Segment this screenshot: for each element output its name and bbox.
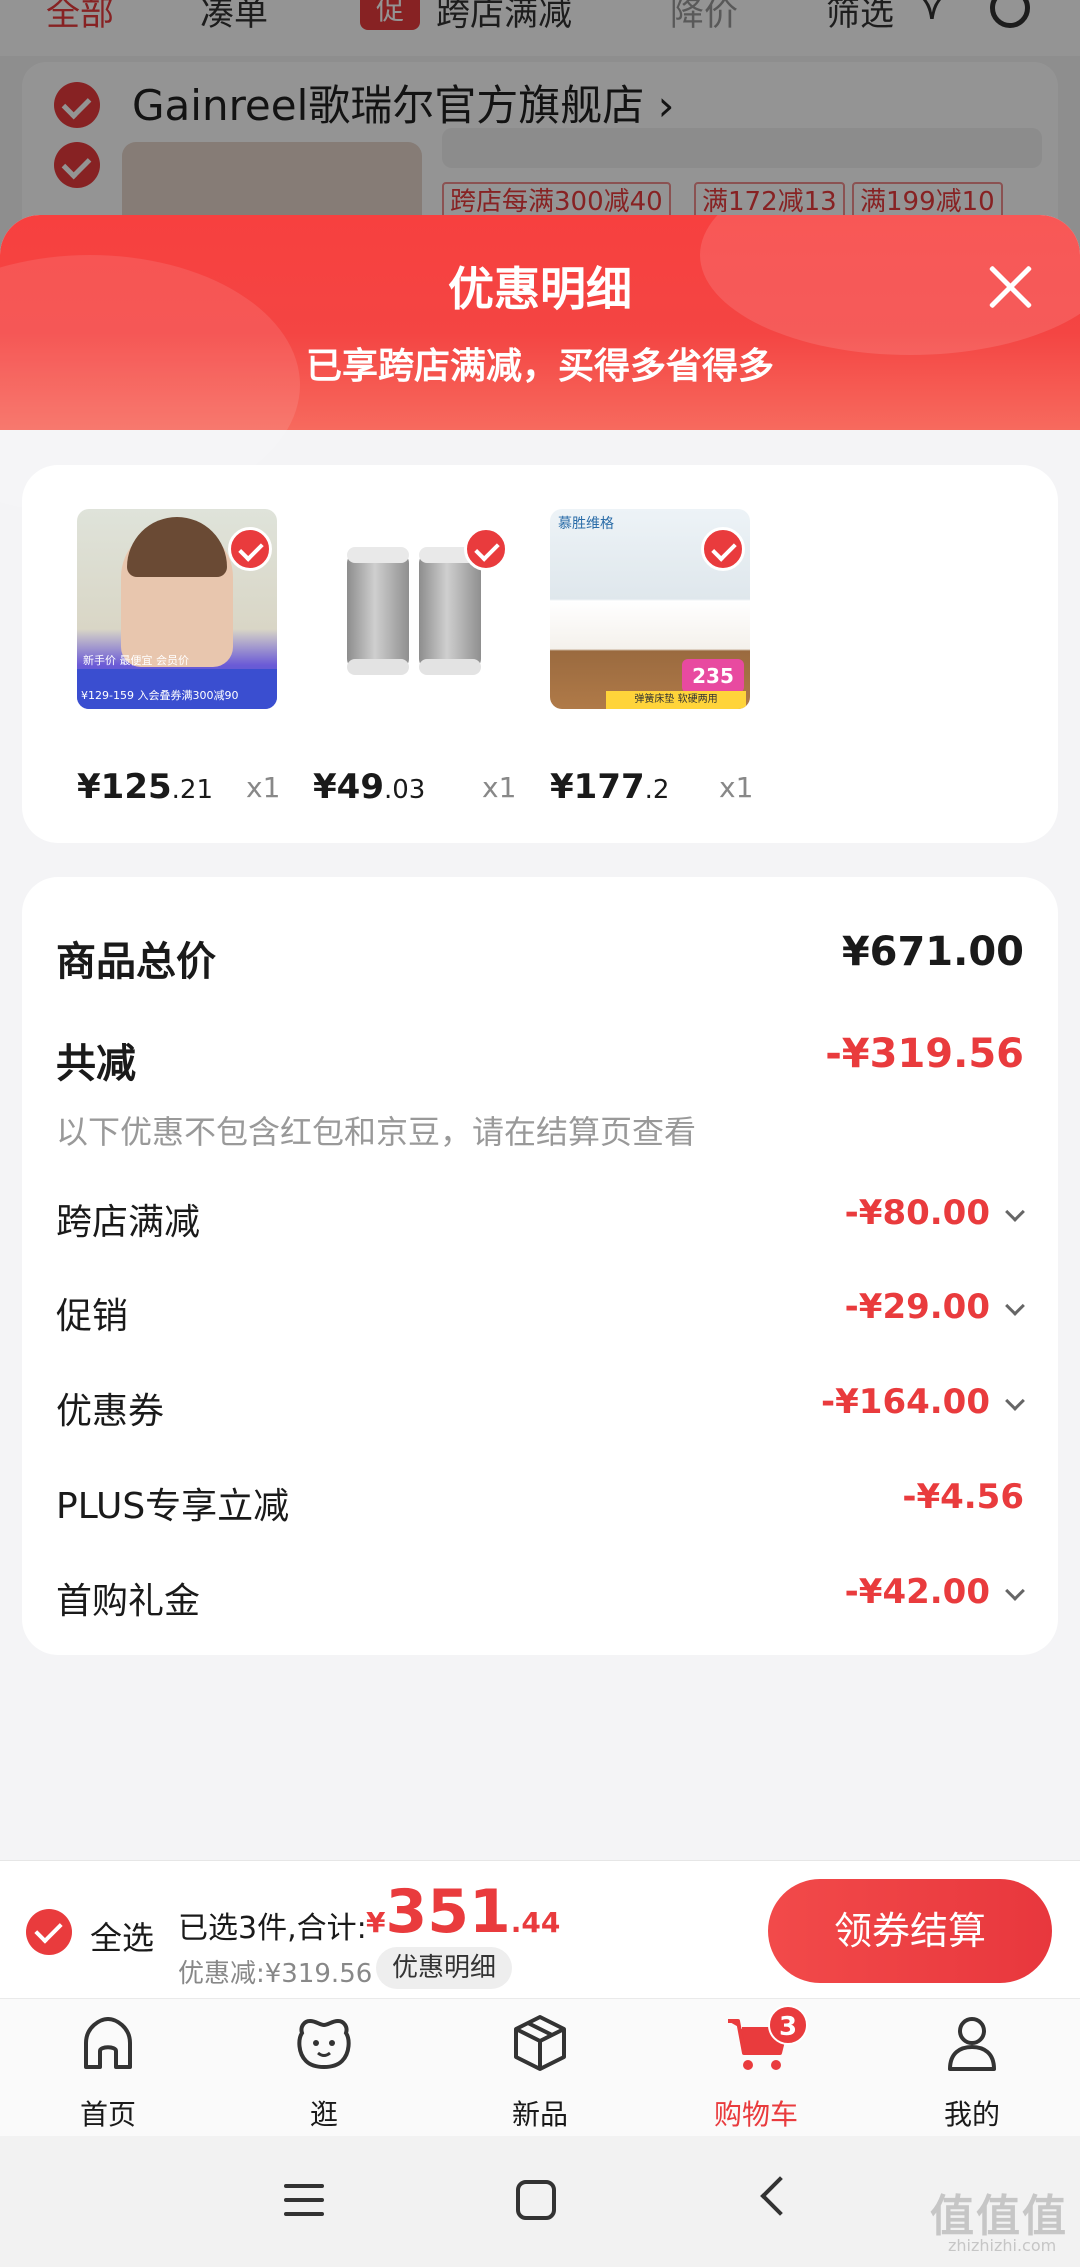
watermark-logo: 值值值 — [930, 2191, 1068, 2242]
close-icon[interactable] — [980, 257, 1040, 317]
system-navigation-bar — [0, 2136, 1080, 2267]
select-all-checkbox[interactable] — [26, 1909, 72, 1955]
tab-new-products[interactable]: 新品 — [432, 1999, 648, 2137]
total-reduction-row: 共减 -¥319.56 — [56, 1031, 1024, 1087]
discount-label: 优惠券 — [56, 1391, 165, 1432]
tab-label: 购物车 — [713, 2098, 798, 2131]
discount-value: -¥80.00 — [844, 1193, 990, 1233]
discount-amount: 优惠减:¥319.56 — [178, 1959, 373, 1989]
new-products-icon — [514, 2015, 566, 2071]
product-item[interactable]: ¥49.03 x1 — [258, 509, 516, 809]
discount-label: 首购礼金 — [56, 1581, 201, 1622]
total-price-value: ¥671.00 — [841, 929, 1024, 975]
discount-row-plus: PLUS专享立减 -¥4.56 — [56, 1477, 1024, 1527]
checkout-bar: 全选 已选3件,合计: ¥351.44 优惠减:¥319.56 优惠明细 领券结… — [0, 1860, 1080, 1998]
cart-count-badge: 3 — [768, 2005, 808, 2045]
discount-row-first-purchase[interactable]: 首购礼金 -¥42.00 — [56, 1572, 1025, 1622]
sheet-header: 优惠明细 已享跨店满减，买得多省得多 — [0, 215, 1080, 515]
total-price-row: 商品总价 ¥671.00 — [56, 929, 1024, 985]
discount-detail-sheet: 优惠明细 已享跨店满减，买得多省得多 新手价 最便宜 会员价 ¥129-159 … — [0, 215, 1080, 1860]
discount-value: -¥4.56 — [902, 1477, 1024, 1517]
tab-home[interactable]: 首页 — [0, 1999, 216, 2137]
discount-value: -¥164.00 — [821, 1382, 990, 1422]
chevron-down-icon[interactable] — [1005, 1296, 1025, 1316]
product-item[interactable]: 慕胜维格 235 弹簧床垫 软硬两用 ¥177.2 x1 — [495, 509, 753, 809]
product-price: ¥49.03 — [313, 767, 426, 807]
home-icon — [84, 2017, 132, 2069]
product-check-icon — [701, 527, 745, 571]
select-all-label[interactable]: 全选 — [90, 1913, 154, 1959]
discount-value: -¥42.00 — [844, 1572, 990, 1612]
discount-label: PLUS专享立减 — [56, 1486, 290, 1527]
sheet-subtitle: 已享跨店满减，买得多省得多 — [305, 346, 774, 387]
tab-label: 新品 — [511, 2098, 568, 2131]
discount-row-cross-store[interactable]: 跨店满减 -¥80.00 — [56, 1193, 1025, 1243]
discount-label: 促销 — [56, 1296, 129, 1337]
tab-label: 首页 — [79, 2098, 136, 2131]
selected-count: 已选3件,合计: — [178, 1911, 367, 1946]
product-image-text: 235 — [682, 659, 744, 693]
explore-icon — [297, 2018, 351, 2069]
tab-label: 我的 — [943, 2098, 1000, 2131]
checkout-button[interactable]: 领券结算 — [768, 1879, 1052, 1983]
tab-explore[interactable]: 逛 — [216, 1999, 432, 2137]
profile-icon — [948, 2017, 996, 2071]
bottom-tab-bar: 首页 逛 新品 3 购物车 我的 — [0, 1998, 1080, 2136]
sheet-title: 优惠明细 — [448, 262, 632, 316]
total-price-label: 商品总价 — [56, 939, 216, 985]
product-item[interactable]: 新手价 最便宜 会员价 ¥129-159 入会叠券满300减90 ¥125.21… — [22, 509, 280, 809]
chevron-down-icon[interactable] — [1005, 1581, 1025, 1601]
product-price: ¥125.21 — [77, 767, 213, 807]
discount-value: -¥29.00 — [844, 1287, 990, 1327]
total-reduction-label: 共减 — [56, 1041, 136, 1087]
chevron-down-icon[interactable] — [1005, 1202, 1025, 1222]
product-image-text: 慕胜维格 — [558, 516, 614, 532]
tab-profile[interactable]: 我的 — [864, 1999, 1080, 2137]
watermark-url: zhizhizhi.com — [948, 2236, 1057, 2255]
recent-apps-icon[interactable] — [284, 2184, 324, 2218]
discount-row-promotion[interactable]: 促销 -¥29.00 — [56, 1287, 1025, 1337]
price-summary-card: 商品总价 ¥671.00 共减 -¥319.56 以下优惠不包含红包和京豆，请在… — [22, 877, 1058, 1655]
total-reduction-value: -¥319.56 — [825, 1031, 1024, 1077]
products-card: 新手价 最便宜 会员价 ¥129-159 入会叠券满300减90 ¥125.21… — [22, 465, 1058, 843]
back-icon[interactable] — [760, 2176, 800, 2216]
tab-cart[interactable]: 3 购物车 — [648, 1999, 864, 2137]
tab-label: 逛 — [309, 2098, 338, 2131]
product-price: ¥177.2 — [550, 767, 670, 807]
discount-detail-button[interactable]: 优惠明细 — [376, 1947, 513, 1989]
discount-label: 跨店满减 — [56, 1202, 201, 1243]
discount-row-coupon[interactable]: 优惠券 -¥164.00 — [56, 1382, 1025, 1432]
reduction-note: 以下优惠不包含红包和京豆，请在结算页查看 — [56, 1113, 697, 1151]
home-button-icon[interactable] — [516, 2180, 556, 2220]
chevron-down-icon[interactable] — [1005, 1391, 1025, 1411]
product-image-text: ¥129-159 入会叠券满300减90 — [81, 689, 239, 702]
total-amount: ¥351.44 — [366, 1877, 561, 1947]
product-quantity: x1 — [719, 771, 754, 804]
product-image-text: 弹簧床垫 软硬两用 — [606, 691, 746, 709]
product-image-text: 新手价 最便宜 会员价 — [83, 654, 189, 667]
